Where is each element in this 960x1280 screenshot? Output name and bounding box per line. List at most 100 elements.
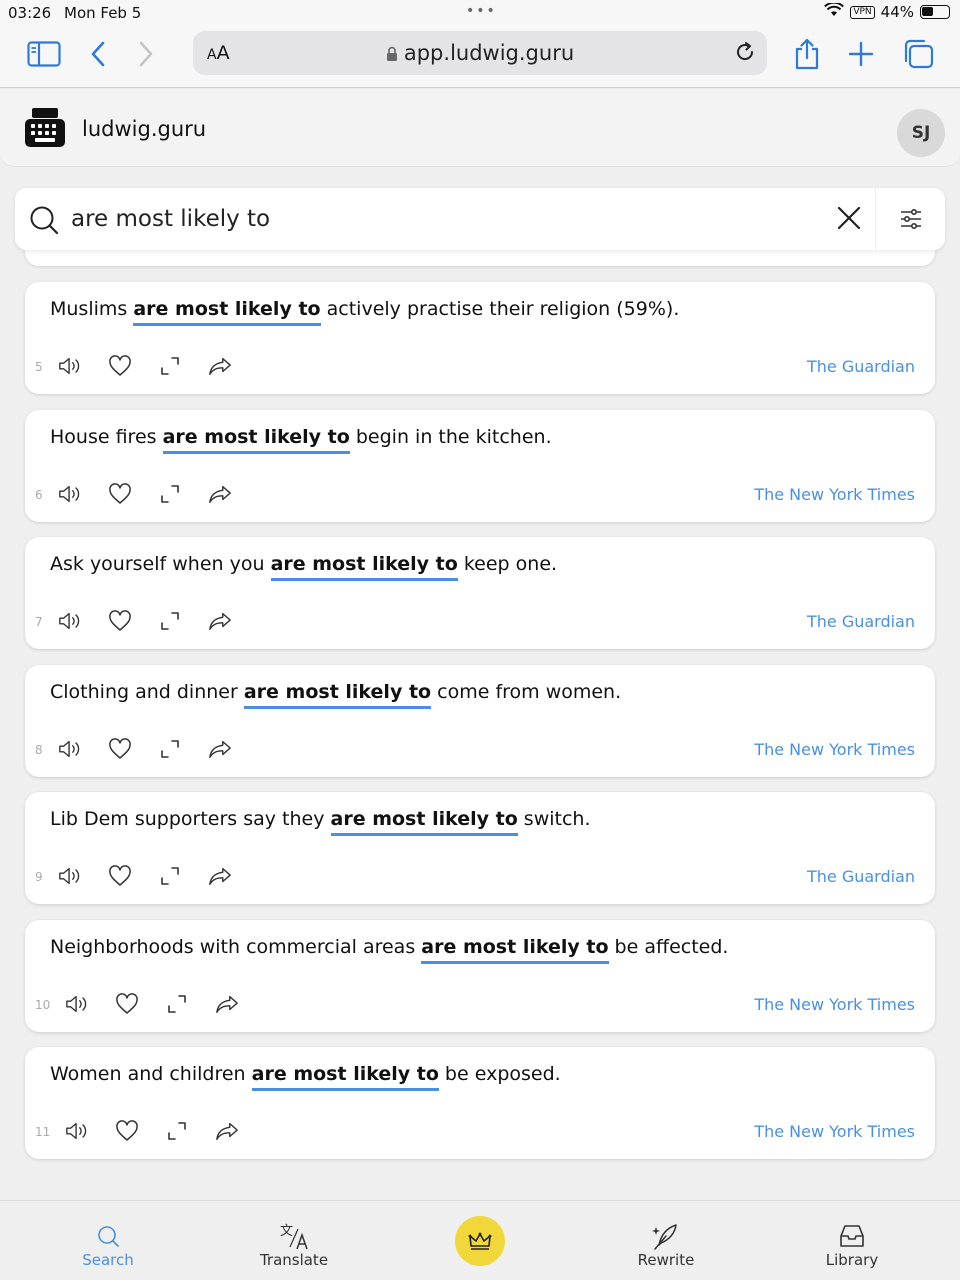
battery-percent: 44%: [880, 3, 914, 21]
result-card[interactable]: Neighborhoods with commercial areas are …: [25, 919, 935, 1032]
share-result-button[interactable]: [215, 1119, 239, 1143]
listen-button[interactable]: [58, 609, 82, 633]
favorite-button[interactable]: [108, 737, 132, 761]
result-card[interactable]: Clothing and dinner are most likely to c…: [25, 664, 935, 777]
reload-icon[interactable]: [733, 40, 757, 68]
expand-button[interactable]: [158, 482, 182, 506]
result-card[interactable]: House fires are most likely to begin in …: [25, 409, 935, 522]
share-arrow-icon: [209, 740, 231, 758]
filter-button[interactable]: [875, 188, 945, 250]
source-link[interactable]: The New York Times: [754, 1122, 915, 1141]
result-card[interactable]: Women and children are most likely to be…: [25, 1047, 935, 1159]
favorite-button[interactable]: [108, 482, 132, 506]
favorite-button[interactable]: [108, 609, 132, 633]
speaker-icon: [59, 485, 80, 502]
heart-icon: [109, 482, 131, 504]
tab-rewrite[interactable]: Rewrite: [606, 1221, 726, 1269]
query-highlight: are most likely to: [133, 298, 321, 326]
crown-icon: [468, 1232, 492, 1250]
result-actions: [58, 737, 232, 761]
sentence-after: begin in the kitchen.: [349, 425, 552, 448]
battery-icon: [920, 5, 950, 19]
result-card[interactable]: Muslims are most likely to actively prac…: [25, 282, 935, 394]
expand-button[interactable]: [158, 354, 182, 378]
status-date: Mon Feb 5: [64, 4, 142, 22]
favorite-button[interactable]: [108, 354, 132, 378]
source-link[interactable]: The New York Times: [754, 485, 915, 504]
search-input[interactable]: [71, 200, 811, 238]
back-button[interactable]: [78, 36, 118, 72]
share-arrow-icon: [209, 612, 231, 630]
example-sentence: House fires are most likely to begin in …: [50, 425, 552, 454]
share-result-button[interactable]: [208, 737, 232, 761]
share-result-button[interactable]: [208, 609, 232, 633]
favorite-button[interactable]: [115, 1119, 139, 1143]
premium-button[interactable]: [455, 1216, 505, 1266]
address-bar[interactable]: AA app.ludwig.guru: [193, 31, 767, 75]
expand-button[interactable]: [165, 992, 189, 1016]
listen-button[interactable]: [58, 864, 82, 888]
sentence-after: keep one.: [457, 553, 558, 575]
search-icon: [29, 205, 59, 239]
browser-toolbar: AA app.ludwig.guru: [0, 26, 960, 88]
source-link[interactable]: The New York Times: [754, 995, 915, 1014]
sidebar-toggle-button[interactable]: [24, 36, 64, 72]
example-sentence: Lib Dem supporters say they are most lik…: [50, 808, 591, 836]
sentence-before: Ask yourself when you: [50, 553, 271, 575]
share-arrow-icon: [216, 1122, 238, 1140]
expand-button[interactable]: [158, 609, 182, 633]
favorite-button[interactable]: [115, 992, 139, 1016]
source-link[interactable]: The Guardian: [807, 612, 915, 631]
translate-icon: 文: [280, 1224, 308, 1250]
share-button[interactable]: [787, 36, 827, 72]
result-actions: [58, 609, 232, 633]
share-icon: [795, 38, 819, 70]
example-sentence: Clothing and dinner are most likely to c…: [50, 680, 621, 709]
source-link[interactable]: The New York Times: [754, 740, 915, 759]
expand-button[interactable]: [165, 1119, 189, 1143]
share-result-button[interactable]: [208, 864, 232, 888]
expand-icon: [161, 867, 179, 885]
status-indicators: VPN 44%: [824, 1, 950, 21]
share-result-button[interactable]: [208, 482, 232, 506]
tabs-overview-button[interactable]: [898, 36, 938, 72]
share-arrow-icon: [216, 995, 238, 1013]
heart-icon: [109, 865, 131, 886]
source-link[interactable]: The Guardian: [807, 867, 915, 886]
share-arrow-icon: [209, 867, 231, 885]
tab-translate[interactable]: 文 Translate: [234, 1221, 354, 1269]
query-highlight: are most likely to: [421, 935, 609, 964]
sentence-before: Muslims: [50, 298, 134, 320]
speaker-icon: [59, 740, 80, 757]
heart-icon: [109, 355, 131, 376]
tab-library[interactable]: Library: [792, 1221, 912, 1269]
result-card[interactable]: Lib Dem supporters say they are most lik…: [25, 792, 935, 904]
expand-icon: [161, 612, 179, 630]
user-avatar[interactable]: SJ: [897, 109, 945, 157]
multitask-dots[interactable]: •••: [466, 3, 497, 19]
result-card[interactable]: Ask yourself when you are most likely to…: [25, 537, 935, 649]
result-number: 8: [35, 742, 43, 757]
sentence-before: House fires: [50, 425, 163, 448]
favorite-button[interactable]: [108, 864, 132, 888]
share-result-button[interactable]: [215, 992, 239, 1016]
listen-button[interactable]: [65, 992, 89, 1016]
brand-name[interactable]: ludwig.guru: [82, 117, 206, 141]
expand-button[interactable]: [158, 864, 182, 888]
listen-button[interactable]: [58, 482, 82, 506]
typewriter-logo-icon[interactable]: [24, 107, 66, 153]
result-number: 5: [35, 360, 43, 374]
listen-button[interactable]: [58, 354, 82, 378]
tab-search[interactable]: Search: [48, 1221, 168, 1269]
forward-button[interactable]: [126, 36, 166, 72]
source-link[interactable]: The Guardian: [807, 357, 915, 376]
new-tab-button[interactable]: [841, 36, 881, 72]
result-actions: [58, 482, 232, 506]
listen-button[interactable]: [65, 1119, 89, 1143]
close-icon[interactable]: [835, 204, 863, 236]
query-highlight: are most likely to: [251, 1063, 439, 1091]
expand-button[interactable]: [158, 737, 182, 761]
listen-button[interactable]: [58, 737, 82, 761]
chevron-right-icon: [139, 41, 153, 67]
share-result-button[interactable]: [208, 354, 232, 378]
